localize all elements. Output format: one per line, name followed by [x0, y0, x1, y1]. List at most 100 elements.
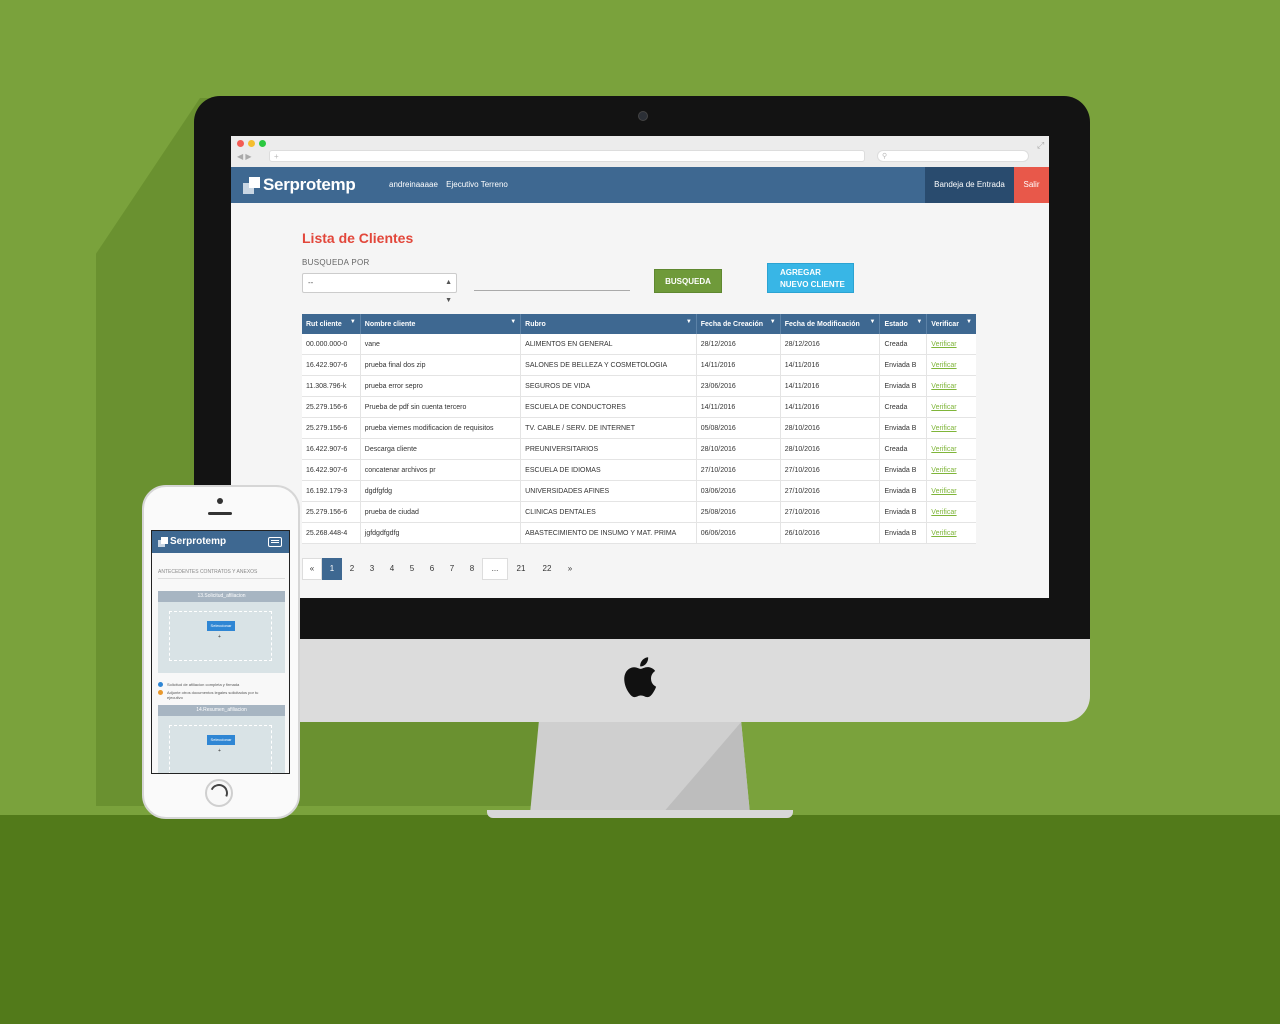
col-created[interactable]: Fecha de Creación ▼	[696, 314, 781, 334]
table-cell: 28/12/2016	[780, 334, 881, 355]
table-header-row: Rut cliente ▼ Nombre cliente ▼ Rubro ▼ Fech…	[302, 314, 976, 334]
select-value: --	[308, 278, 314, 287]
select-file-button-2[interactable]: Seleccionar	[207, 735, 235, 745]
select-file-button-1[interactable]: Seleccionar	[207, 621, 235, 631]
username: andreinaaaae	[389, 180, 438, 189]
sort-icon[interactable]: ▼	[686, 319, 692, 325]
page-6-button[interactable]: 6	[422, 558, 442, 580]
page-22-button[interactable]: 22	[534, 558, 560, 580]
app-logo[interactable]: Serprotemp	[243, 174, 356, 196]
table-cell: dgdfgfdg	[360, 480, 522, 502]
verify-link[interactable]: Verificar	[931, 425, 956, 432]
select-caret-icon: ▲ ▼	[445, 279, 452, 304]
table-row: 16.422.907-6 Descarga cliente PREUNIVERSIT…	[302, 438, 976, 460]
page-8-button[interactable]: 8	[462, 558, 482, 580]
sort-icon[interactable]: ▼	[870, 319, 876, 325]
back-forward-icon[interactable]: ◀ ▶	[237, 152, 252, 161]
table-cell: Creada	[879, 334, 928, 355]
pagination-ellipsis[interactable]: ...	[482, 558, 508, 580]
col-rut[interactable]: Rut cliente ▼	[302, 314, 361, 334]
table-cell: Enviada B	[879, 522, 928, 544]
verify-link[interactable]: Verificar	[931, 509, 956, 516]
dropzone-1[interactable]: Seleccionar +	[169, 611, 272, 661]
desktop-screen: ◀ ▶ + ⚲ ⤢ Serprotemp andreinaaaae Ejecut…	[231, 136, 1049, 598]
page-1-button[interactable]: 1	[322, 558, 342, 580]
table-cell: 23/06/2016	[696, 375, 781, 397]
sort-icon[interactable]: ▼	[350, 319, 356, 325]
upload-box-1-title: 13.Solicitud_afiliacion	[158, 591, 285, 602]
verify-link[interactable]: Verificar	[931, 467, 956, 474]
col-name-label: Nombre cliente	[364, 320, 416, 328]
col-status[interactable]: Estado ▼	[879, 314, 928, 334]
table-cell: Verificar	[926, 501, 976, 523]
table-cell: Enviada B	[879, 480, 928, 502]
table-cell: Enviada B	[879, 375, 928, 397]
dropzone-2[interactable]: Seleccionar +	[169, 725, 272, 773]
table-cell: 06/06/2016	[696, 522, 781, 544]
search-by-select[interactable]: -- ▲ ▼	[302, 273, 457, 304]
page-3-button[interactable]: 3	[362, 558, 382, 580]
table-cell: 16.422.907-6	[302, 354, 361, 376]
table-cell: 14/11/2016	[696, 354, 781, 376]
table-cell: Verificar	[926, 334, 976, 355]
search-input[interactable]	[474, 290, 630, 291]
minimize-window-icon[interactable]	[248, 140, 255, 147]
verify-link[interactable]: Verificar	[931, 446, 956, 453]
table-cell: Enviada B	[879, 501, 928, 523]
table-row: 00.000.000-0 vane ALIMENTOS EN GENERAL 28/1…	[302, 334, 976, 355]
logo-text: Serprotemp	[263, 175, 356, 194]
prev-page-button[interactable]: «	[302, 558, 322, 580]
col-created-label: Fecha de Creación	[700, 320, 764, 328]
table-cell: TV. CABLE / SERV. DE INTERNET	[520, 417, 697, 439]
sort-icon[interactable]: ▼	[916, 319, 922, 325]
col-modified[interactable]: Fecha de Modificación ▼	[780, 314, 881, 334]
add-client-label-2: NUEVO CLIENTE	[780, 280, 845, 289]
table-cell: 25.279.156-6	[302, 417, 361, 439]
webcam-icon	[638, 111, 648, 121]
verify-link[interactable]: Verificar	[931, 383, 956, 390]
page-5-button[interactable]: 5	[402, 558, 422, 580]
add-client-button[interactable]: AGREGAR NUEVO CLIENTE	[767, 263, 854, 293]
hamburger-menu-icon[interactable]	[268, 537, 282, 547]
page-4-button[interactable]: 4	[382, 558, 402, 580]
page-2-button[interactable]: 2	[342, 558, 362, 580]
verify-link[interactable]: Verificar	[931, 488, 956, 495]
verify-link[interactable]: Verificar	[931, 530, 956, 537]
search-button[interactable]: BUSQUEDA	[654, 269, 722, 293]
table-cell: ALIMENTOS EN GENERAL	[520, 334, 697, 355]
table-cell: 05/08/2016	[696, 417, 781, 439]
page-7-button[interactable]: 7	[442, 558, 462, 580]
maximize-window-icon[interactable]	[259, 140, 266, 147]
table-cell: 14/11/2016	[780, 354, 881, 376]
page-title: Lista de Clientes	[302, 230, 414, 246]
next-page-button[interactable]: »	[560, 558, 580, 580]
verify-link[interactable]: Verificar	[931, 341, 956, 348]
close-window-icon[interactable]	[237, 140, 244, 147]
table-cell: CLINICAS DENTALES	[520, 501, 697, 523]
col-status-label: Estado	[884, 320, 908, 328]
sort-icon[interactable]: ▼	[966, 319, 972, 325]
table-cell: Creada	[879, 396, 928, 418]
page-21-button[interactable]: 21	[508, 558, 534, 580]
browser-search-field[interactable]: ⚲	[877, 150, 1029, 162]
phone-home-button[interactable]	[205, 779, 233, 807]
fullscreen-icon[interactable]: ⤢	[1037, 140, 1044, 151]
table-cell: 27/10/2016	[780, 480, 881, 502]
table-cell: 14/11/2016	[780, 375, 881, 397]
col-verify[interactable]: Verificar ▼	[926, 314, 976, 334]
inbox-button[interactable]: Bandeja de Entrada	[925, 167, 1014, 203]
table-cell: PREUNIVERSITARIOS	[520, 438, 697, 460]
exit-button[interactable]: Salir	[1014, 167, 1049, 203]
plus-icon: +	[218, 634, 221, 640]
verify-link[interactable]: Verificar	[931, 404, 956, 411]
col-rubro[interactable]: Rubro ▼	[520, 314, 697, 334]
table-cell: Verificar	[926, 480, 976, 502]
address-bar[interactable]: +	[269, 150, 865, 162]
table-cell: 28/10/2016	[780, 417, 881, 439]
col-name[interactable]: Nombre cliente ▼	[360, 314, 522, 334]
mobile-logo[interactable]: Serprotemp	[158, 536, 226, 547]
sort-icon[interactable]: ▼	[770, 319, 776, 325]
sort-icon[interactable]: ▼	[510, 319, 516, 325]
verify-link[interactable]: Verificar	[931, 362, 956, 369]
mobile-header: Serprotemp	[152, 531, 289, 553]
